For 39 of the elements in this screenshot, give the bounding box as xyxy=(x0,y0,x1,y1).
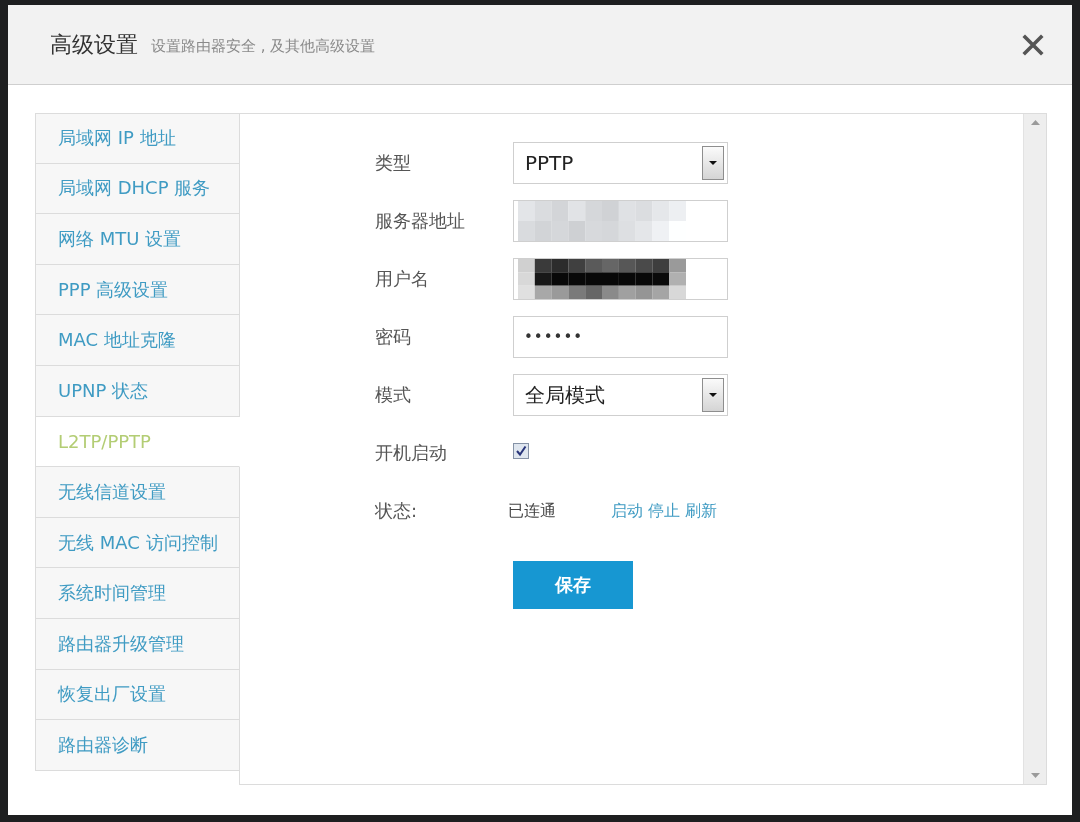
scroll-up-arrow-icon[interactable] xyxy=(1030,120,1040,125)
sidebar-item[interactable]: 无线信道设置 xyxy=(35,467,240,518)
dropdown-caret-icon[interactable] xyxy=(702,146,724,180)
sidebar-item[interactable]: 恢复出厂设置 xyxy=(35,669,240,721)
dialog-subtitle: 设置路由器安全 , 及其他高级设置 xyxy=(151,36,376,56)
input-field[interactable] xyxy=(513,258,728,300)
field-label: 类型 xyxy=(375,151,412,175)
field-label: 用户名 xyxy=(375,267,430,291)
input-field[interactable] xyxy=(513,200,728,242)
sidebar-item[interactable]: 系统时间管理 xyxy=(35,568,240,619)
action-link[interactable]: 停止 xyxy=(648,500,680,522)
sidebar-item[interactable]: MAC 地址克隆 xyxy=(35,315,240,366)
field-label: 服务器地址 xyxy=(375,209,466,233)
sidebar-item[interactable]: 局域网 DHCP 服务 xyxy=(35,163,240,215)
action-link[interactable]: 刷新 xyxy=(685,500,717,522)
status-text: 已连通 xyxy=(508,500,557,522)
sidebar-item[interactable]: 路由器诊断 xyxy=(35,720,240,771)
field-label: 开机启动 xyxy=(375,441,448,465)
dialog-title: 高级设置 xyxy=(50,30,138,59)
select-field[interactable]: PPTP xyxy=(513,142,728,184)
scroll-down-arrow-icon[interactable] xyxy=(1030,773,1040,778)
sidebar-item[interactable]: 网络 MTU 设置 xyxy=(35,214,240,265)
sidebar-item[interactable]: 无线 MAC 访问控制 xyxy=(35,517,240,569)
sidebar-item[interactable]: L2TP/PPTP xyxy=(35,416,240,468)
field-label: 密码 xyxy=(375,325,412,349)
save-button[interactable]: 保存 xyxy=(513,561,633,609)
field-label: 状态: xyxy=(375,499,419,523)
sidebar-item[interactable]: 路由器升级管理 xyxy=(35,618,240,670)
dropdown-caret-icon[interactable] xyxy=(702,378,724,412)
scrollbar[interactable] xyxy=(1023,114,1046,784)
action-link[interactable]: 启动 xyxy=(611,500,643,522)
sidebar-item[interactable]: UPNP 状态 xyxy=(35,365,240,417)
sidebar-item[interactable]: 局域网 IP 地址 xyxy=(35,113,240,164)
checkbox[interactable] xyxy=(513,443,529,459)
select-field[interactable]: 全局模式 xyxy=(513,374,728,416)
field-label: 模式 xyxy=(375,383,412,407)
password-field[interactable]: •••••• xyxy=(513,316,728,358)
sidebar-item[interactable]: PPP 高级设置 xyxy=(35,264,240,316)
close-icon[interactable] xyxy=(1022,33,1044,56)
